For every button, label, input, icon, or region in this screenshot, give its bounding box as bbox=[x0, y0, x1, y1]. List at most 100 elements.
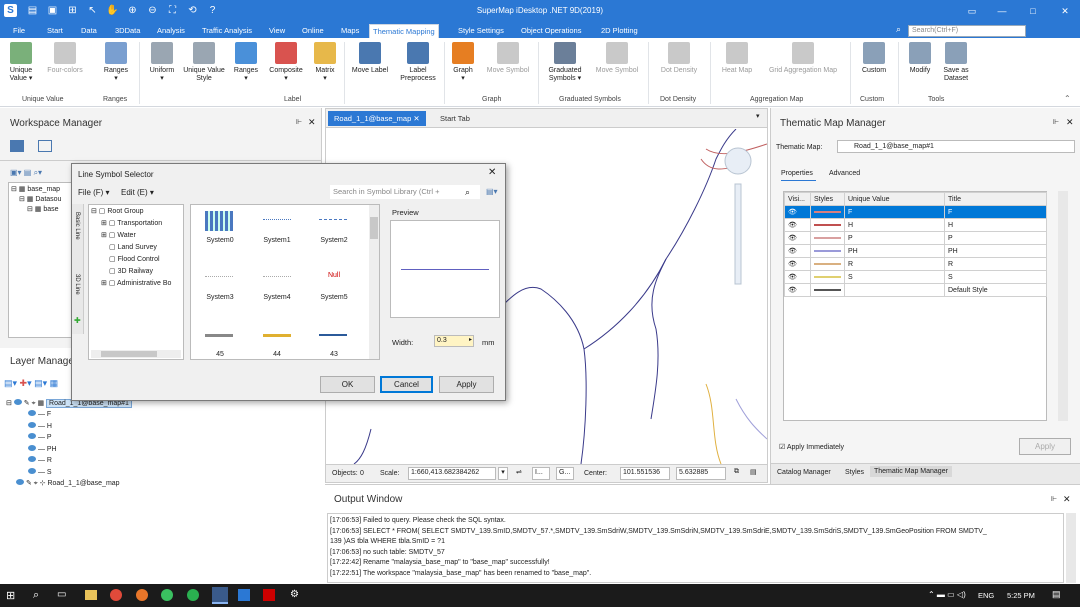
pdf-icon[interactable] bbox=[263, 589, 275, 601]
style-swatch[interactable] bbox=[814, 250, 841, 252]
abbrev-field-1[interactable]: I... bbox=[532, 467, 550, 480]
symbol-label[interactable]: 44 bbox=[252, 351, 302, 358]
whatsapp-icon[interactable] bbox=[161, 589, 173, 601]
scrollbar[interactable] bbox=[1066, 513, 1076, 583]
collapse-ribbon-icon[interactable]: ⌃ bbox=[1064, 94, 1071, 103]
tab-start-tab[interactable]: Start Tab bbox=[434, 111, 476, 126]
chrome-icon[interactable] bbox=[110, 589, 122, 601]
style-swatch[interactable] bbox=[814, 224, 841, 226]
visible-eye-icon[interactable] bbox=[28, 445, 36, 451]
system-tray-icons[interactable]: ⌃ ▬ ▭ ◁) bbox=[928, 590, 966, 599]
tab-properties[interactable]: Properties bbox=[781, 170, 813, 177]
table-row[interactable]: 👁 PH PH bbox=[784, 244, 1047, 258]
tab-traffic-analysis[interactable]: Traffic Analysis bbox=[199, 24, 255, 38]
style-swatch[interactable] bbox=[814, 211, 841, 213]
move-symbol-button-2[interactable]: Move Symbol bbox=[592, 42, 642, 75]
tree-item-base[interactable]: ⊟ ▦ base bbox=[27, 205, 59, 213]
ok-button[interactable]: OK bbox=[320, 376, 375, 393]
title-cell[interactable]: R bbox=[944, 257, 1047, 271]
restore-ribbon-icon[interactable]: ▭ bbox=[965, 4, 979, 18]
title-cell[interactable]: S bbox=[944, 270, 1047, 284]
search-input[interactable]: Search(Ctrl+F) bbox=[908, 25, 1026, 37]
workspace-icon[interactable] bbox=[10, 140, 24, 152]
column-header[interactable]: Title bbox=[944, 192, 1047, 206]
dot-density-button[interactable]: Dot Density bbox=[656, 42, 702, 75]
pin-icon[interactable]: ⊩ bbox=[1053, 118, 1059, 126]
tree-item-datasources[interactable]: ⊟ ▦ Datasou bbox=[19, 195, 61, 203]
composite-button[interactable]: Composite ▾ bbox=[264, 42, 308, 83]
matrix-button[interactable]: Matrix ▾ bbox=[310, 42, 340, 83]
swap-icon[interactable]: ⇌ bbox=[516, 468, 522, 476]
width-input[interactable]: 0.3 bbox=[434, 335, 474, 347]
tool-icon[interactable]: ⚙ bbox=[290, 589, 299, 600]
cancel-button[interactable]: Cancel bbox=[380, 376, 433, 393]
layer-item-p[interactable]: — P bbox=[28, 433, 52, 441]
pin-icon[interactable]: ⊩ bbox=[1051, 495, 1057, 503]
visibility-eye-icon[interactable]: 👁 bbox=[784, 257, 811, 271]
unique-value-cell[interactable]: F bbox=[844, 205, 945, 219]
tree-item-base-map[interactable]: ⊟ ▦ base_map bbox=[11, 185, 60, 193]
task-view-icon[interactable]: ▭ bbox=[57, 589, 66, 600]
symbol-label[interactable]: System2 bbox=[309, 237, 359, 244]
center-x-input[interactable]: 101.551536 bbox=[620, 467, 670, 480]
table-row[interactable]: 👁 Default Style bbox=[784, 283, 1047, 297]
visibility-eye-icon[interactable]: 👁 bbox=[784, 205, 811, 219]
navigation-control-icon[interactable] bbox=[724, 147, 752, 175]
tab-2d-plotting[interactable]: 2D Plotting bbox=[598, 24, 641, 38]
toolbar-icons[interactable]: ▣▾ ▤ ⌕▾ bbox=[10, 168, 42, 178]
visible-eye-icon[interactable] bbox=[28, 468, 36, 474]
layer-item-s[interactable]: — S bbox=[28, 468, 52, 476]
symbol-preview[interactable] bbox=[263, 219, 291, 220]
graph-button[interactable]: Graph ▾ bbox=[448, 42, 478, 83]
close-icon[interactable]: ✕ bbox=[1066, 117, 1074, 128]
apply-button[interactable]: Apply bbox=[1019, 438, 1071, 455]
symbol-label[interactable]: System5 bbox=[309, 294, 359, 301]
file-explorer-icon[interactable] bbox=[85, 590, 97, 600]
heat-map-button[interactable]: Heat Map bbox=[716, 42, 758, 75]
tab-road-map[interactable]: Road_1_1@base_map ✕ bbox=[328, 111, 426, 126]
tab-online[interactable]: Online bbox=[299, 24, 327, 38]
title-cell[interactable]: PH bbox=[944, 244, 1047, 258]
symbol-preview[interactable] bbox=[319, 219, 347, 220]
tab-maps[interactable]: Maps bbox=[338, 24, 362, 38]
paste-icon[interactable]: ▤ bbox=[750, 468, 757, 476]
title-cell[interactable]: Default Style bbox=[944, 283, 1047, 297]
symbol-preview[interactable] bbox=[205, 334, 233, 337]
tab-view[interactable]: View bbox=[266, 24, 288, 38]
tree-item-3d-railway[interactable]: ▢ 3D Railway bbox=[109, 267, 153, 275]
column-header[interactable]: Styles bbox=[810, 192, 845, 206]
tree-item-transportation[interactable]: ⊞ ▢ Transportation bbox=[101, 219, 162, 227]
move-label-button[interactable]: Move Label bbox=[348, 42, 392, 75]
style-swatch[interactable] bbox=[814, 276, 841, 278]
unique-value-cell[interactable]: H bbox=[844, 218, 945, 232]
tab-object-operations[interactable]: Object Operations bbox=[518, 24, 584, 38]
unique-value-button[interactable]: Unique Value ▾ bbox=[4, 42, 38, 83]
symbol-preview[interactable] bbox=[263, 276, 291, 277]
scrollbar-thumb[interactable] bbox=[370, 217, 378, 239]
visible-eye-icon[interactable] bbox=[16, 479, 24, 485]
pin-icon[interactable]: ⊩ bbox=[296, 118, 302, 126]
tab-thematic-map-manager[interactable]: Thematic Map Manager bbox=[870, 466, 952, 477]
tab-start[interactable]: Start bbox=[44, 24, 66, 38]
tab-styles[interactable]: Styles bbox=[845, 469, 864, 476]
unique-value-cell[interactable]: PH bbox=[844, 244, 945, 258]
uniform-button[interactable]: Uniform ▾ bbox=[143, 42, 181, 83]
visibility-eye-icon[interactable]: 👁 bbox=[784, 283, 811, 297]
tab-3d-line[interactable]: 3D Line bbox=[74, 274, 80, 295]
tab-data[interactable]: Data bbox=[78, 24, 100, 38]
symbol-label[interactable]: System1 bbox=[252, 237, 302, 244]
null-symbol[interactable]: Null bbox=[309, 272, 359, 279]
tab-style-settings[interactable]: Style Settings bbox=[455, 24, 507, 38]
unique-value-cell[interactable] bbox=[844, 283, 945, 297]
table-row[interactable]: 👁 F F bbox=[784, 205, 1047, 219]
label-ranges-button[interactable]: Ranges ▾ bbox=[228, 42, 264, 83]
table-row[interactable]: 👁 R R bbox=[784, 257, 1047, 271]
tree-item-water[interactable]: ⊞ ▢ Water bbox=[101, 231, 136, 239]
tree-scrollbar[interactable] bbox=[91, 350, 181, 358]
center-y-input[interactable]: 5.632885 bbox=[676, 467, 726, 480]
layer-toolbar[interactable]: ▤▾ ✚▾ ▤▾ ▦ bbox=[4, 378, 58, 389]
close-icon[interactable]: ✕ bbox=[1058, 4, 1072, 18]
tab-thematic-mapping[interactable]: Thematic Mapping bbox=[369, 24, 439, 38]
maximize-icon[interactable]: □ bbox=[1026, 4, 1040, 18]
symbol-label[interactable]: System0 bbox=[195, 237, 245, 244]
